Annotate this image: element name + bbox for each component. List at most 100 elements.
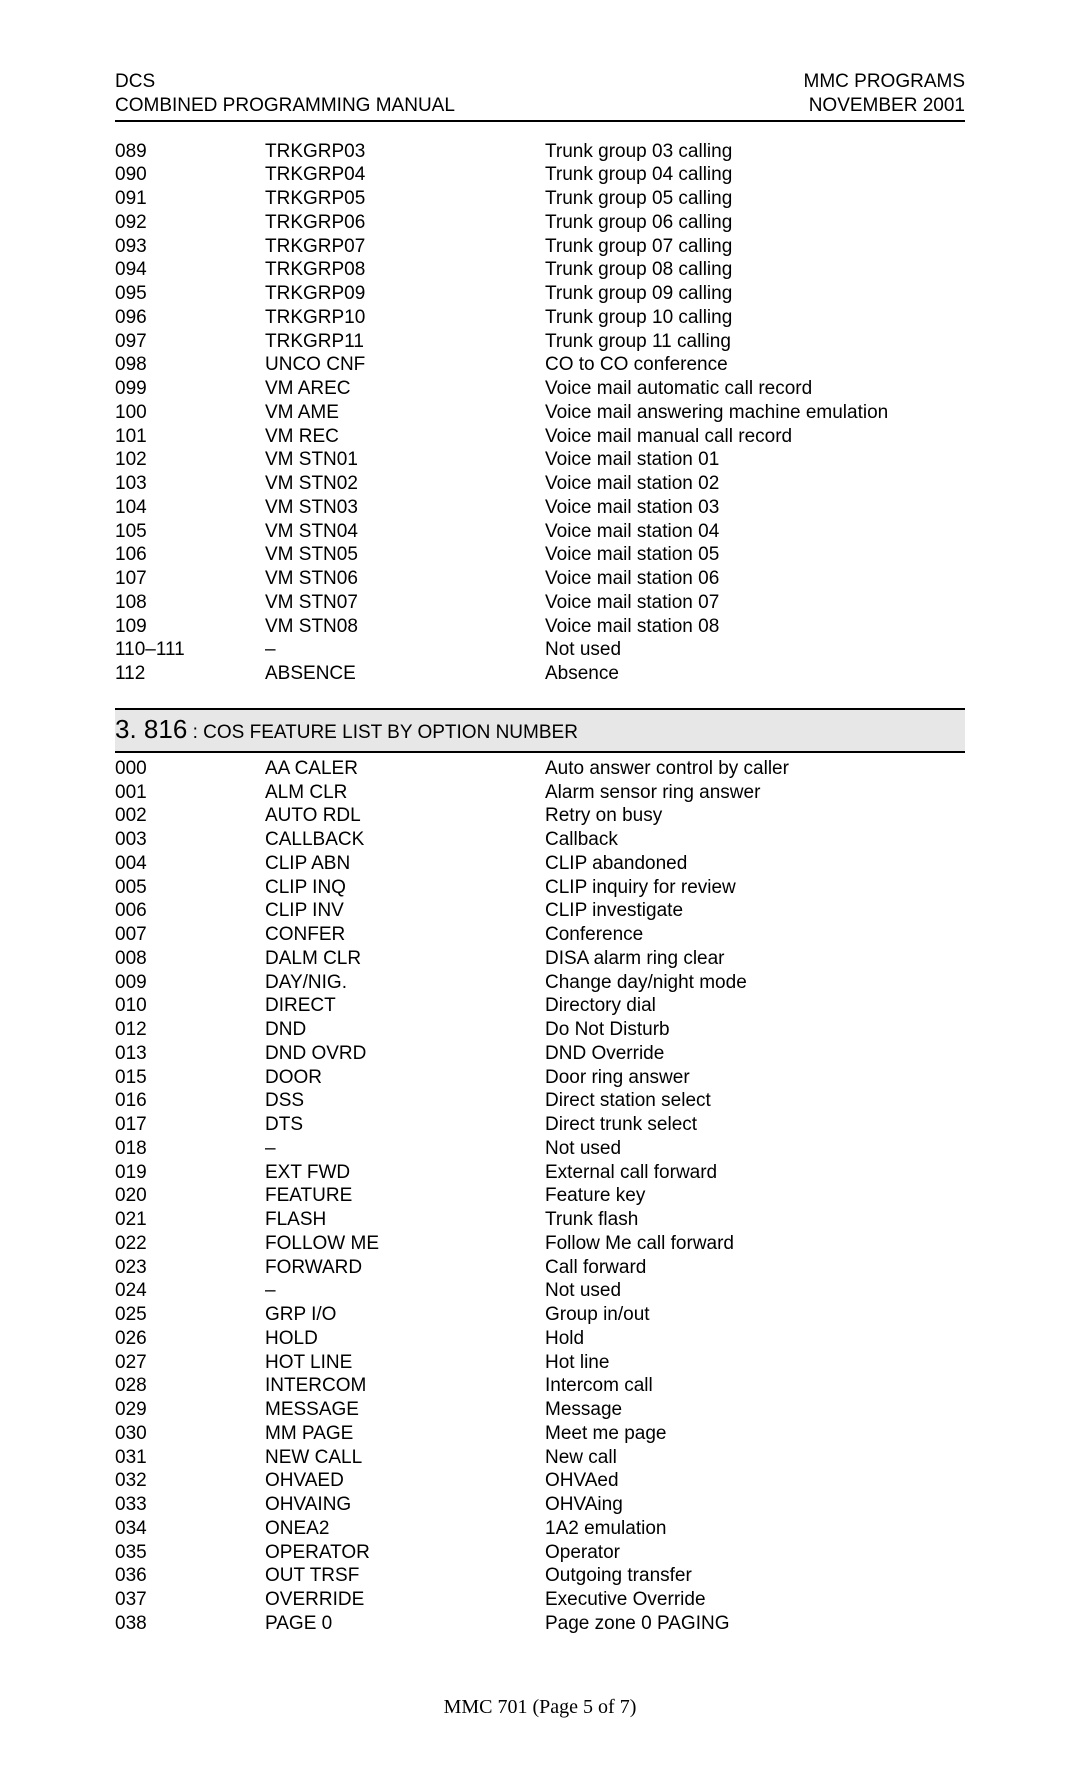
cell-code: TRKGRP05 (265, 187, 545, 211)
table-row: 095TRKGRP09Trunk group 09 calling (115, 282, 965, 306)
table-row: 034ONEA21A2 emulation (115, 1517, 965, 1541)
cell-description: Trunk flash (545, 1208, 965, 1232)
table-row: 019EXT FWDExternal call forward (115, 1161, 965, 1185)
table-row: 106VM STN05Voice mail station 05 (115, 543, 965, 567)
cell-number: 098 (115, 353, 265, 377)
cell-code: VM STN07 (265, 591, 545, 615)
table-row: 004CLIP ABNCLIP abandoned (115, 852, 965, 876)
page-footer: MMC 701 (Page 5 of 7) (115, 1696, 965, 1719)
table-row: 094TRKGRP08Trunk group 08 calling (115, 258, 965, 282)
feature-table-1: 089TRKGRP03Trunk group 03 calling090TRKG… (115, 140, 965, 686)
cell-code: FOLLOW ME (265, 1232, 545, 1256)
cell-code: CALLBACK (265, 828, 545, 852)
table-row: 107VM STN06Voice mail station 06 (115, 567, 965, 591)
table-row: 029MESSAGEMessage (115, 1398, 965, 1422)
cell-code: VM REC (265, 425, 545, 449)
cell-description: CLIP investigate (545, 899, 965, 923)
cell-description: CLIP inquiry for review (545, 876, 965, 900)
cell-number: 103 (115, 472, 265, 496)
cell-number: 026 (115, 1327, 265, 1351)
cell-number: 104 (115, 496, 265, 520)
cell-code: TRKGRP10 (265, 306, 545, 330)
cell-description: Voice mail station 08 (545, 615, 965, 639)
table-row: 017DTSDirect trunk select (115, 1113, 965, 1137)
cell-code: DSS (265, 1089, 545, 1113)
cell-number: 001 (115, 781, 265, 805)
table-row: 104VM STN03Voice mail station 03 (115, 496, 965, 520)
cell-code: CLIP INV (265, 899, 545, 923)
table-row: 006CLIP INVCLIP investigate (115, 899, 965, 923)
section-heading: 3. 816 : COS FEATURE LIST BY OPTION NUMB… (115, 708, 965, 753)
cell-number: 003 (115, 828, 265, 852)
page-header: DCS COMBINED PROGRAMMING MANUAL MMC PROG… (115, 70, 965, 118)
cell-description: Meet me page (545, 1422, 965, 1446)
cell-description: Trunk group 09 calling (545, 282, 965, 306)
cell-number: 095 (115, 282, 265, 306)
table-row: 098UNCO CNFCO to CO conference (115, 353, 965, 377)
table-row: 101VM RECVoice mail manual call record (115, 425, 965, 449)
cell-code: MESSAGE (265, 1398, 545, 1422)
table-row: 016DSSDirect station select (115, 1089, 965, 1113)
cell-description: Direct station select (545, 1089, 965, 1113)
table-row: 092TRKGRP06Trunk group 06 calling (115, 211, 965, 235)
cell-description: New call (545, 1446, 965, 1470)
cell-number: 100 (115, 401, 265, 425)
cell-number: 005 (115, 876, 265, 900)
cell-number: 032 (115, 1469, 265, 1493)
cell-code: OHVAED (265, 1469, 545, 1493)
cell-description: Do Not Disturb (545, 1018, 965, 1042)
cell-code: HOLD (265, 1327, 545, 1351)
cell-number: 035 (115, 1541, 265, 1565)
cell-number: 107 (115, 567, 265, 591)
cell-code: VM STN03 (265, 496, 545, 520)
feature-table-2: 000AA CALERAuto answer control by caller… (115, 757, 965, 1636)
cell-description: Retry on busy (545, 804, 965, 828)
table-row: 089TRKGRP03Trunk group 03 calling (115, 140, 965, 164)
section-title: : COS FEATURE LIST BY OPTION NUMBER (187, 722, 578, 743)
cell-description: Feature key (545, 1184, 965, 1208)
table-row: 035OPERATOROperator (115, 1541, 965, 1565)
cell-code: VM AREC (265, 377, 545, 401)
cell-number: 024 (115, 1279, 265, 1303)
cell-description: Trunk group 03 calling (545, 140, 965, 164)
cell-number: 027 (115, 1351, 265, 1375)
cell-number: 033 (115, 1493, 265, 1517)
table-row: 001ALM CLRAlarm sensor ring answer (115, 781, 965, 805)
cell-number: 013 (115, 1042, 265, 1066)
cell-description: Message (545, 1398, 965, 1422)
cell-description: Voice mail station 04 (545, 520, 965, 544)
cell-code: AUTO RDL (265, 804, 545, 828)
cell-number: 015 (115, 1066, 265, 1090)
cell-number: 099 (115, 377, 265, 401)
cell-description: Voice mail answering machine emulation (545, 401, 965, 425)
table-row: 093TRKGRP07Trunk group 07 calling (115, 235, 965, 259)
header-right-line2: NOVEMBER 2001 (804, 94, 966, 118)
cell-number: 037 (115, 1588, 265, 1612)
table-row: 000AA CALERAuto answer control by caller (115, 757, 965, 781)
cell-number: 105 (115, 520, 265, 544)
cell-number: 002 (115, 804, 265, 828)
cell-description: Intercom call (545, 1374, 965, 1398)
table-row: 002AUTO RDLRetry on busy (115, 804, 965, 828)
cell-number: 029 (115, 1398, 265, 1422)
table-row: 109VM STN08Voice mail station 08 (115, 615, 965, 639)
cell-number: 036 (115, 1564, 265, 1588)
cell-code: DTS (265, 1113, 545, 1137)
cell-description: Voice mail station 06 (545, 567, 965, 591)
cell-code: DOOR (265, 1066, 545, 1090)
cell-number: 091 (115, 187, 265, 211)
cell-code: INTERCOM (265, 1374, 545, 1398)
cell-code: ABSENCE (265, 662, 545, 686)
cell-code: TRKGRP06 (265, 211, 545, 235)
cell-code: GRP I/O (265, 1303, 545, 1327)
cell-code: TRKGRP04 (265, 163, 545, 187)
cell-code: ONEA2 (265, 1517, 545, 1541)
table-row: 096TRKGRP10Trunk group 10 calling (115, 306, 965, 330)
cell-code: DALM CLR (265, 947, 545, 971)
cell-description: Group in/out (545, 1303, 965, 1327)
table-row: 003CALLBACKCallback (115, 828, 965, 852)
cell-description: Voice mail automatic call record (545, 377, 965, 401)
cell-number: 010 (115, 994, 265, 1018)
cell-number: 097 (115, 330, 265, 354)
cell-code: VM STN04 (265, 520, 545, 544)
